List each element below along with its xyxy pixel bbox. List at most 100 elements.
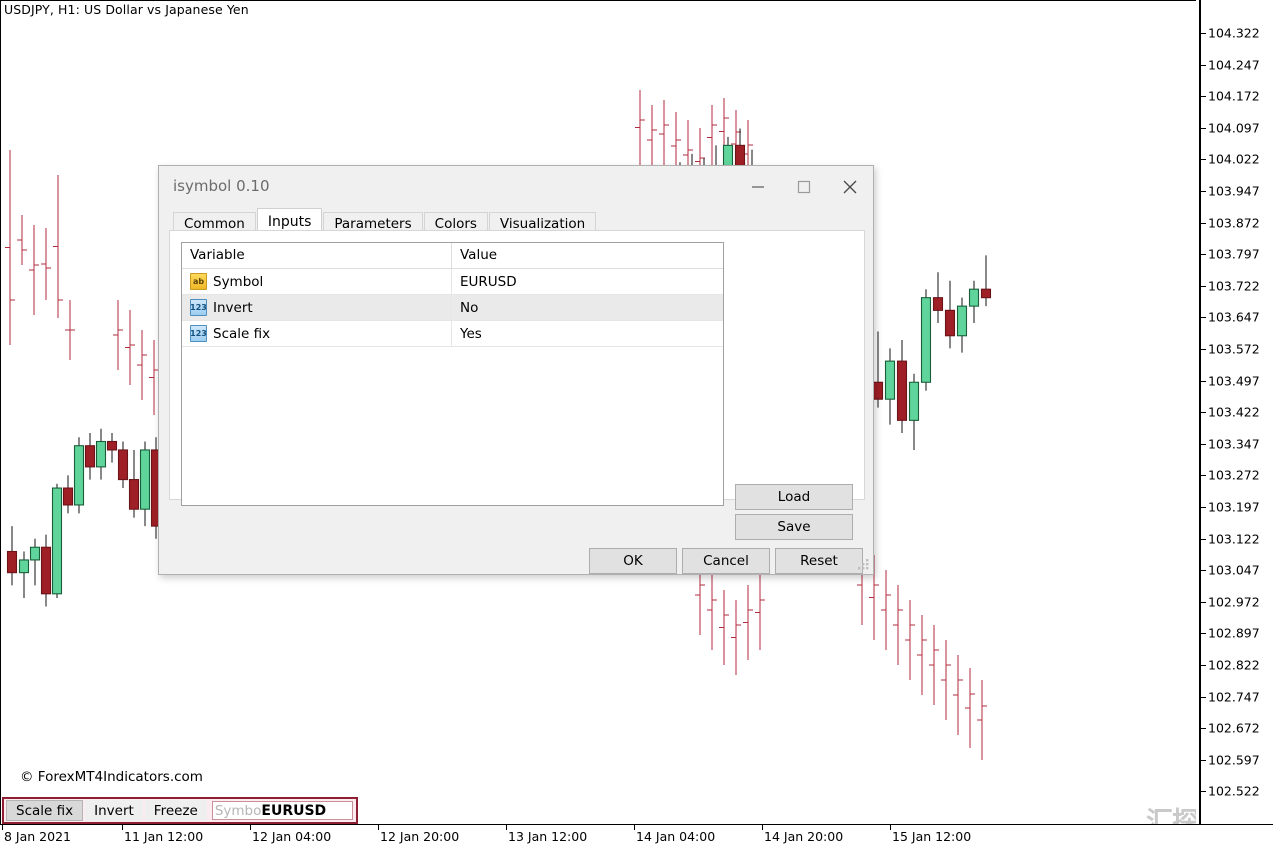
row-value-cell[interactable]: EURUSD bbox=[452, 274, 723, 290]
table-row[interactable]: abSymbolEURUSD bbox=[182, 269, 723, 295]
price-tick-label: 103.422 bbox=[1208, 405, 1260, 420]
time-tick-label: 12 Jan 04:00 bbox=[252, 829, 331, 844]
time-tick-label: 11 Jan 12:00 bbox=[124, 829, 203, 844]
price-tick bbox=[1199, 128, 1206, 129]
price-tick bbox=[1199, 349, 1206, 350]
maximize-button[interactable] bbox=[781, 166, 827, 208]
price-tick-label: 102.747 bbox=[1208, 689, 1260, 704]
window-buttons bbox=[735, 166, 873, 208]
symbol-input-label: Symbo bbox=[215, 803, 262, 819]
price-tick bbox=[1199, 191, 1206, 192]
symbol-input[interactable]: Symbo EURUSD bbox=[212, 801, 353, 820]
row-value-cell[interactable]: Yes bbox=[452, 326, 723, 342]
price-tick bbox=[1199, 475, 1206, 476]
grid-header: Variable Value bbox=[182, 243, 723, 269]
price-tick-label: 104.322 bbox=[1208, 26, 1260, 41]
price-tick-label: 103.647 bbox=[1208, 310, 1260, 325]
minimize-button[interactable] bbox=[735, 166, 781, 208]
price-tick-label: 103.347 bbox=[1208, 436, 1260, 451]
time-axis[interactable]: 8 Jan 2021 11 Jan 12:00 12 Jan 04:00 12 Jan… bbox=[0, 824, 1273, 846]
time-tick-label: 12 Jan 20:00 bbox=[380, 829, 459, 844]
price-tick-label: 103.497 bbox=[1208, 373, 1260, 388]
price-tick-label: 102.972 bbox=[1208, 594, 1260, 609]
grid-header-variable: Variable bbox=[182, 243, 452, 268]
row-variable-label: Invert bbox=[213, 300, 253, 316]
price-tick-label: 104.172 bbox=[1208, 89, 1260, 104]
price-tick bbox=[1199, 539, 1206, 540]
price-tick-label: 103.122 bbox=[1208, 531, 1260, 546]
grid-header-value: Value bbox=[452, 243, 723, 268]
price-tick-label: 103.197 bbox=[1208, 500, 1260, 515]
price-tick-label: 103.272 bbox=[1208, 468, 1260, 483]
price-tick bbox=[1199, 602, 1206, 603]
price-tick bbox=[1199, 381, 1206, 382]
price-axis[interactable]: 104.322104.247104.172104.097104.022103.9… bbox=[1196, 0, 1273, 824]
time-tick-label: 14 Jan 20:00 bbox=[764, 829, 843, 844]
invert-button[interactable]: Invert bbox=[85, 800, 143, 821]
save-button[interactable]: Save bbox=[735, 514, 853, 540]
price-tick bbox=[1199, 317, 1206, 318]
row-variable-cell: 123Invert bbox=[182, 295, 452, 320]
minimize-icon bbox=[751, 180, 765, 194]
grid-rows: abSymbolEURUSD123InvertNo123Scale fixYes bbox=[182, 269, 723, 347]
price-tick bbox=[1199, 159, 1206, 160]
table-row[interactable]: 123 Scale fix Yes bbox=[182, 321, 723, 347]
time-tick bbox=[762, 824, 763, 830]
close-button[interactable] bbox=[827, 166, 873, 208]
load-button[interactable]: Load bbox=[735, 484, 853, 510]
row-value-cell[interactable]: No bbox=[452, 300, 723, 316]
close-icon bbox=[842, 179, 858, 195]
time-tick bbox=[506, 824, 507, 830]
dialog-body: CommonInputsParametersColorsVisualizatio… bbox=[159, 208, 873, 574]
time-tick bbox=[2, 824, 3, 830]
ok-button[interactable]: OK bbox=[589, 548, 677, 574]
indicator-properties-dialog[interactable]: isymbol 0.10 CommonInputsParametersColor… bbox=[158, 165, 874, 575]
table-row[interactable]: 123InvertNo bbox=[182, 295, 723, 321]
string-type-icon: ab bbox=[190, 273, 207, 290]
dialog-titlebar[interactable]: isymbol 0.10 bbox=[159, 166, 873, 208]
price-tick bbox=[1199, 728, 1206, 729]
copyright-label: © ForexMT4Indicators.com bbox=[20, 769, 203, 785]
freeze-button[interactable]: Freeze bbox=[145, 800, 207, 821]
price-tick bbox=[1199, 33, 1206, 34]
price-tick-label: 103.047 bbox=[1208, 563, 1260, 578]
price-tick-label: 103.872 bbox=[1208, 215, 1260, 230]
symbol-input-value: EURUSD bbox=[261, 803, 326, 819]
price-tick-label: 104.022 bbox=[1208, 152, 1260, 167]
indicator-control-panel[interactable]: Scale fix Invert Freeze Symbo EURUSD bbox=[2, 797, 358, 824]
price-tick bbox=[1199, 96, 1206, 97]
resize-grip-icon[interactable] bbox=[856, 557, 870, 571]
price-tick-label: 103.572 bbox=[1208, 342, 1260, 357]
price-tick bbox=[1199, 223, 1206, 224]
time-tick-label: 14 Jan 04:00 bbox=[636, 829, 715, 844]
time-axis-line bbox=[0, 824, 1273, 825]
price-tick bbox=[1199, 665, 1206, 666]
time-tick bbox=[378, 824, 379, 830]
row-variable-cell: 123 Scale fix bbox=[182, 321, 452, 346]
price-tick bbox=[1199, 65, 1206, 66]
price-tick-label: 103.797 bbox=[1208, 247, 1260, 262]
variables-grid[interactable]: Variable Value abSymbolEURUSD123InvertNo… bbox=[181, 242, 724, 506]
maximize-icon bbox=[797, 180, 811, 194]
price-tick bbox=[1199, 570, 1206, 571]
cancel-button[interactable]: Cancel bbox=[682, 548, 770, 574]
price-tick bbox=[1199, 254, 1206, 255]
reset-button[interactable]: Reset bbox=[775, 548, 863, 574]
price-tick-label: 102.897 bbox=[1208, 626, 1260, 641]
time-tick bbox=[122, 824, 123, 830]
price-tick-label: 104.247 bbox=[1208, 57, 1260, 72]
time-tick bbox=[250, 824, 251, 830]
number-type-icon: 123 bbox=[190, 325, 207, 342]
row-variable-cell: abSymbol bbox=[182, 269, 452, 294]
scale-fix-button[interactable]: Scale fix bbox=[6, 800, 83, 821]
row-variable-label: Scale fix bbox=[213, 326, 270, 342]
time-tick-label: 15 Jan 12:00 bbox=[892, 829, 971, 844]
price-tick bbox=[1199, 791, 1206, 792]
time-tick-label: 8 Jan 2021 bbox=[4, 829, 71, 844]
price-tick-label: 103.722 bbox=[1208, 278, 1260, 293]
price-tick bbox=[1199, 412, 1206, 413]
price-tick bbox=[1199, 444, 1206, 445]
price-tick-label: 103.947 bbox=[1208, 184, 1260, 199]
time-tick bbox=[634, 824, 635, 830]
dialog-title: isymbol 0.10 bbox=[173, 177, 270, 195]
